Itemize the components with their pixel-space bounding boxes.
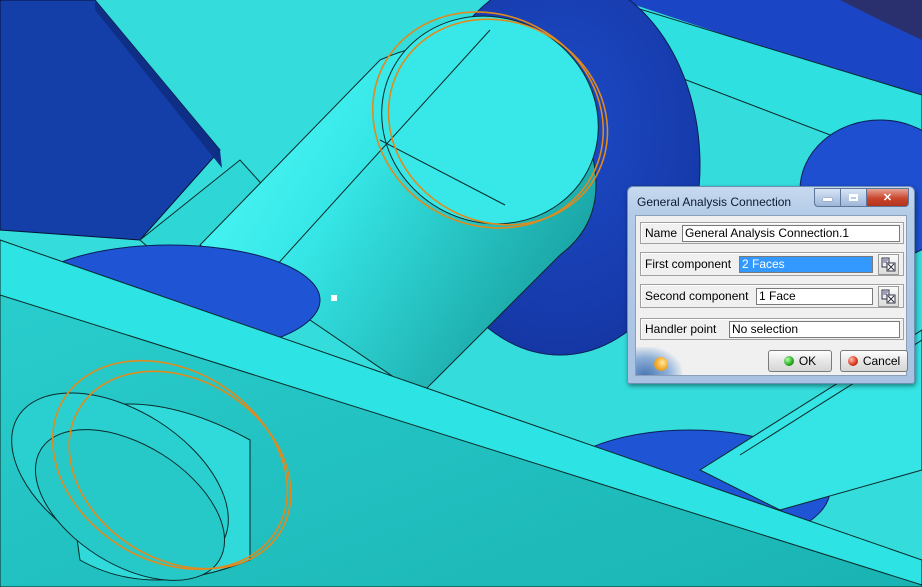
minimize-icon (823, 198, 832, 201)
first-component-field[interactable]: 2 Faces (739, 256, 873, 273)
green-ball-icon (783, 356, 794, 366)
dialog-titlebar[interactable]: General Analysis Connection ✕ (628, 187, 914, 215)
ok-label: OK (798, 354, 817, 368)
ok-button[interactable]: OK (768, 350, 832, 372)
cancel-label: Cancel (862, 354, 901, 368)
second-component-field[interactable]: 1 Face (756, 288, 873, 305)
maximize-icon (849, 194, 858, 201)
name-label: Name (645, 226, 678, 240)
general-analysis-connection-dialog: General Analysis Connection ✕ Name Gener… (627, 186, 915, 384)
edit-list-icon (881, 289, 896, 304)
handler-point-label: Handler point (645, 322, 717, 336)
name-row: Name General Analysis Connection.1 (640, 222, 904, 244)
edit-list-icon (881, 257, 896, 272)
pointer-marker (331, 295, 337, 301)
second-component-list-button[interactable] (878, 286, 899, 307)
window-controls: ✕ (814, 188, 909, 207)
close-button[interactable]: ✕ (866, 188, 909, 207)
handler-point-row: Handler point No selection (640, 318, 904, 340)
handler-point-field[interactable]: No selection (729, 321, 900, 338)
name-field[interactable]: General Analysis Connection.1 (682, 225, 900, 242)
first-component-row: First component 2 Faces (640, 252, 904, 276)
dialog-body: Name General Analysis Connection.1 First… (635, 215, 908, 376)
catia-logo-icon (636, 347, 682, 375)
second-component-label: Second component (645, 289, 749, 303)
minimize-button[interactable] (814, 188, 840, 207)
first-component-list-button[interactable] (878, 254, 899, 275)
second-component-row: Second component 1 Face (640, 284, 904, 308)
first-component-label: First component (645, 257, 732, 271)
maximize-button[interactable] (840, 188, 866, 207)
red-ball-icon (847, 356, 858, 366)
dialog-title: General Analysis Connection (637, 195, 792, 209)
cancel-button[interactable]: Cancel (840, 350, 908, 372)
close-icon: ✕ (882, 192, 893, 204)
